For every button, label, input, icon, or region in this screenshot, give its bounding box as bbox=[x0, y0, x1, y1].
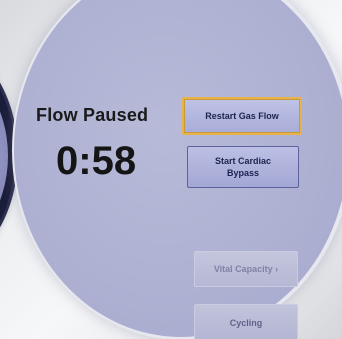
adjacent-device-screen bbox=[0, 58, 8, 254]
start-cardiac-bypass-button[interactable]: Start Cardiac Bypass bbox=[187, 146, 299, 188]
restart-gas-flow-label: Restart Gas Flow bbox=[205, 111, 279, 121]
kiosk-scene: Flow Paused 0:58 Restart Gas Flow Start … bbox=[0, 0, 342, 339]
start-cardiac-bypass-label: Start Cardiac Bypass bbox=[214, 156, 272, 178]
restart-gas-flow-button[interactable]: Restart Gas Flow bbox=[182, 97, 302, 135]
vital-capacity-label: Vital Capacity › bbox=[213, 264, 279, 274]
vital-capacity-button[interactable]: Vital Capacity › bbox=[194, 251, 298, 287]
flow-pause-timer: 0:58 bbox=[56, 139, 137, 183]
cycling-button[interactable]: Cycling bbox=[194, 304, 298, 339]
flow-status-title: Flow Paused bbox=[36, 105, 149, 125]
cycling-label: Cycling bbox=[229, 318, 263, 328]
